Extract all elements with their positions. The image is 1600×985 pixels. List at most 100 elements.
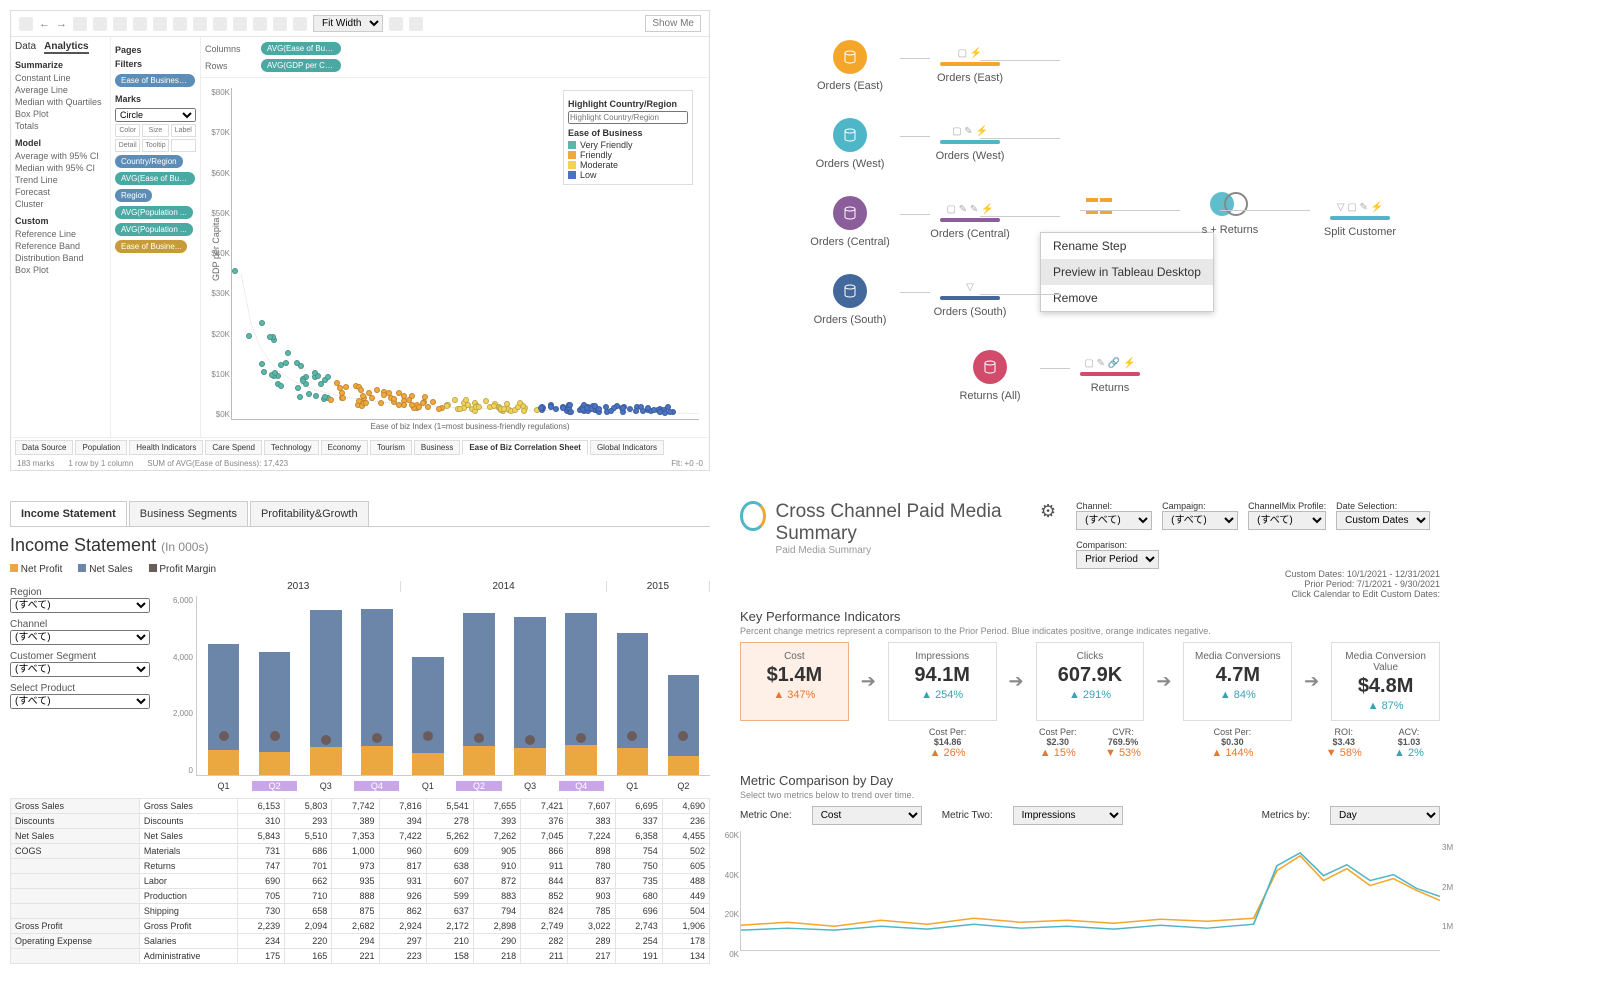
profile-select[interactable]: (すべて) <box>1248 511 1326 530</box>
data-point[interactable] <box>267 334 273 340</box>
data-point[interactable] <box>436 406 442 412</box>
bar[interactable]: Q2 <box>661 596 706 775</box>
worksheet-tab[interactable]: Global Indicators <box>590 440 664 455</box>
data-point[interactable] <box>596 406 602 412</box>
flow-input-west[interactable]: Orders (West) <box>800 118 900 170</box>
analytics-item[interactable]: Trend Line <box>15 174 106 186</box>
data-point[interactable] <box>381 392 387 398</box>
share-icon[interactable] <box>409 17 423 31</box>
data-point[interactable] <box>300 378 306 384</box>
bar[interactable]: Q3 <box>508 596 553 775</box>
data-point[interactable] <box>363 400 369 406</box>
data-point[interactable] <box>452 397 458 403</box>
filters-shelf[interactable]: Filters <box>115 59 196 69</box>
marks-cell[interactable]: Size <box>142 124 168 137</box>
analytics-item[interactable]: Forecast <box>15 186 106 198</box>
sort-asc-icon[interactable] <box>213 17 227 31</box>
menu-rename[interactable]: Rename Step <box>1041 233 1213 259</box>
analytics-item[interactable]: Reference Band <box>15 240 106 252</box>
data-point[interactable] <box>521 408 527 414</box>
data-point[interactable] <box>278 383 284 389</box>
data-point[interactable] <box>491 403 497 409</box>
tab-analytics[interactable]: Analytics <box>44 41 88 54</box>
kpi-card[interactable]: Media Conversions4.7M▲ 84% <box>1183 642 1292 721</box>
flow-input-returns[interactable]: Returns (All) <box>940 350 1040 402</box>
data-point[interactable] <box>337 385 343 391</box>
marks-cell[interactable]: Detail <box>115 139 140 152</box>
analytics-item[interactable]: Box Plot <box>15 264 106 276</box>
analytics-item[interactable]: Median with Quartiles <box>15 96 106 108</box>
data-point[interactable] <box>553 406 559 412</box>
mark-pill[interactable]: AVG(Population ... <box>115 223 193 236</box>
analytics-item[interactable]: Box Plot <box>15 108 106 120</box>
data-point[interactable] <box>366 390 372 396</box>
dashboard-tab[interactable]: Business Segments <box>129 501 248 526</box>
flow-input-east[interactable]: Orders (East) <box>800 40 900 92</box>
dashboard-tab[interactable]: Profitability&Growth <box>250 501 369 526</box>
product-select[interactable]: (すべて) <box>10 694 150 709</box>
line-chart[interactable]: 60K40K20K0K3M2M1M <box>740 831 1440 951</box>
mark-pill[interactable]: Country/Region <box>115 155 183 168</box>
kpi-card[interactable]: Impressions94.1M▲ 254% <box>888 642 997 721</box>
worksheet-tab[interactable]: Tourism <box>370 440 412 455</box>
data-point[interactable] <box>665 404 671 410</box>
bar[interactable]: Q3 <box>303 596 348 775</box>
rows-pill[interactable]: AVG(GDP per Capita) <box>261 59 341 72</box>
data-point[interactable] <box>538 405 544 411</box>
data-point[interactable] <box>306 391 312 397</box>
flow-input-central[interactable]: Orders (Central) <box>800 196 900 248</box>
data-point[interactable] <box>259 361 265 367</box>
worksheet-tab[interactable]: Population <box>75 440 127 455</box>
data-point[interactable] <box>657 409 663 415</box>
legend-item[interactable]: Friendly <box>568 150 688 160</box>
data-point[interactable] <box>401 402 407 408</box>
worksheet-tab[interactable]: Business <box>414 440 460 455</box>
flow-step-west[interactable]: ▢ ✎ ⚡Orders (West) <box>920 126 1020 162</box>
back-icon[interactable]: ← <box>39 18 50 30</box>
analytics-item[interactable]: Totals <box>15 120 106 132</box>
kpi-card[interactable]: Media Conversion Value$4.8M▲ 87% <box>1331 642 1440 721</box>
labels-icon[interactable] <box>293 17 307 31</box>
new-sheet-icon[interactable] <box>133 17 147 31</box>
marks-cell[interactable]: Tooltip <box>142 139 168 152</box>
legend-item[interactable]: Low <box>568 170 688 180</box>
flow-step-east[interactable]: ▢ ⚡Orders (East) <box>920 48 1020 84</box>
data-point[interactable] <box>422 394 428 400</box>
bar[interactable]: Q1 <box>405 596 450 775</box>
menu-preview[interactable]: Preview in Tableau Desktop <box>1041 259 1213 285</box>
campaign-select[interactable]: (すべて) <box>1162 511 1238 530</box>
analytics-item[interactable]: Distribution Band <box>15 252 106 264</box>
bar[interactable]: Q4 <box>354 596 399 775</box>
refresh-icon[interactable] <box>113 17 127 31</box>
kpi-card[interactable]: Cost$1.4M▲ 347% <box>740 642 849 721</box>
bar[interactable]: Q2 <box>456 596 501 775</box>
fit-select[interactable]: Fit Width <box>313 15 383 32</box>
marks-cell[interactable]: Color <box>115 124 140 137</box>
data-point[interactable] <box>246 333 252 339</box>
worksheet-tab[interactable]: Care Spend <box>205 440 262 455</box>
region-select[interactable]: (すべて) <box>10 598 150 613</box>
segment-select[interactable]: (すべて) <box>10 662 150 677</box>
data-point[interactable] <box>608 408 614 414</box>
flow-step-split[interactable]: ▽ ▢ ✎ ⚡Split Customer <box>1310 202 1410 238</box>
highlight-input[interactable] <box>568 111 688 124</box>
columns-pill[interactable]: AVG(Ease of Business) <box>261 42 341 55</box>
data-point[interactable] <box>430 399 436 405</box>
mark-pill[interactable]: Region <box>115 189 152 202</box>
comparison-select[interactable]: Prior Period <box>1076 550 1159 569</box>
worksheet-tab[interactable]: Ease of Biz Correlation Sheet <box>462 440 588 455</box>
show-me-button[interactable]: Show Me <box>645 15 701 32</box>
metric-one-select[interactable]: Cost <box>812 806 922 825</box>
mark-pill[interactable]: AVG(Population ... <box>115 206 193 219</box>
duplicate-icon[interactable] <box>153 17 167 31</box>
data-point[interactable] <box>560 405 566 411</box>
dashboard-tab[interactable]: Income Statement <box>10 501 127 526</box>
mark-pill[interactable]: Ease of Busine... <box>115 240 187 253</box>
bar[interactable]: Q1 <box>201 596 246 775</box>
data-point[interactable] <box>633 408 639 414</box>
data-point[interactable] <box>343 384 349 390</box>
data-point[interactable] <box>313 393 319 399</box>
mark-type-select[interactable]: Circle <box>115 108 196 122</box>
bar-chart[interactable]: 6,0004,0002,0000 Q1Q2Q3Q4Q1Q2Q3Q4Q1Q2 <box>196 596 710 776</box>
flow-step-returns2[interactable]: ▢ ✎ 🔗 ⚡Returns <box>1060 358 1160 394</box>
